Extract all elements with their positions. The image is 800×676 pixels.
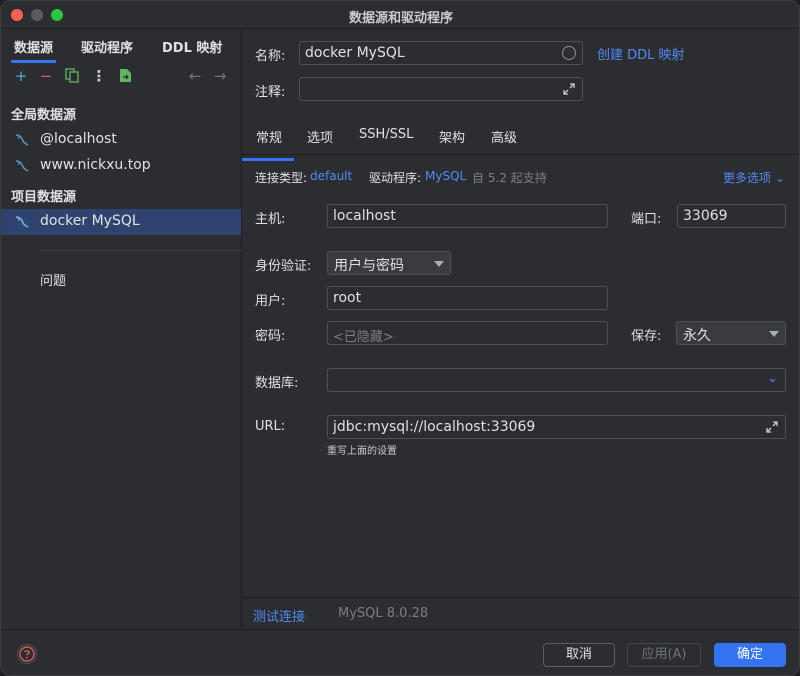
problems-item[interactable]: 问题: [40, 270, 66, 289]
port-label: 端口:: [631, 212, 662, 227]
port-input[interactable]: 33069: [677, 204, 786, 228]
more-options-label: 更多选项: [723, 171, 772, 185]
dialog-footer: 取消 应用(A) 确定: [1, 629, 799, 675]
datasource-sidebar: 数据源 驱动程序 DDL 映射 + − ⋮ ← → 全局数据源 @localho…: [1, 29, 251, 629]
save-select-value: 永久: [683, 328, 711, 344]
title-bar: 数据源和驱动程序: [1, 1, 799, 29]
dropdown-caret-icon: [769, 331, 779, 337]
create-ddl-mapping-link[interactable]: 创建 DDL 映射: [597, 44, 685, 63]
add-icon[interactable]: +: [13, 68, 29, 84]
connection-type-link[interactable]: default: [310, 169, 352, 183]
name-input-value: docker MySQL: [305, 45, 405, 61]
datasource-item-nickxu[interactable]: www.nickxu.top: [1, 153, 241, 179]
auth-select[interactable]: 用户与密码: [327, 251, 451, 275]
sidebar-tabs: 数据源 驱动程序 DDL 映射: [1, 29, 242, 63]
auth-label: 身份验证:: [255, 259, 312, 274]
comment-input[interactable]: [299, 77, 583, 101]
expand-icon[interactable]: [562, 82, 576, 96]
window-title: 数据源和驱动程序: [348, 11, 453, 26]
help-button[interactable]: [17, 644, 37, 664]
help-icon: [19, 646, 35, 662]
test-connection-link[interactable]: 测试连接: [253, 606, 305, 625]
sidebar-divider: [41, 250, 251, 251]
color-circle-icon[interactable]: [562, 46, 576, 60]
tab-options[interactable]: 选项: [307, 127, 333, 146]
more-options-link[interactable]: 更多选项 ⌄: [723, 169, 785, 186]
tab-schemas[interactable]: 架构: [439, 127, 465, 146]
duplicate-icon[interactable]: [64, 68, 80, 84]
mysql-dolphin-icon: [15, 134, 29, 146]
host-input[interactable]: localhost: [327, 204, 608, 228]
remove-icon[interactable]: −: [38, 68, 54, 84]
mysql-dolphin-icon: [15, 216, 29, 228]
datasource-item-localhost[interactable]: @localhost: [1, 127, 241, 153]
datasource-label: docker MySQL: [40, 213, 140, 229]
password-input[interactable]: <已隐藏>: [327, 321, 608, 345]
test-connection-bar: 测试连接 MySQL 8.0.28: [242, 597, 799, 629]
cancel-button[interactable]: 取消: [543, 643, 615, 667]
dialog-window: 数据源和驱动程序 数据源 驱动程序 DDL 映射 + − ⋮ ← → 全局数据源…: [0, 0, 800, 676]
import-icon[interactable]: [117, 68, 133, 84]
save-select[interactable]: 永久: [676, 321, 786, 345]
expand-icon[interactable]: [765, 420, 779, 434]
host-label: 主机:: [255, 212, 286, 227]
mysql-dolphin-icon: [15, 160, 29, 172]
comment-label: 注释:: [255, 85, 286, 100]
host-input-value: localhost: [333, 208, 396, 224]
user-input-value: root: [333, 290, 362, 306]
back-arrow-icon[interactable]: ←: [187, 68, 203, 84]
database-input[interactable]: ⌄: [327, 368, 786, 392]
user-input[interactable]: root: [327, 286, 608, 310]
tab-drivers[interactable]: 驱动程序: [81, 37, 133, 56]
more-icon[interactable]: ⋮: [91, 68, 107, 84]
connection-type-label: 连接类型:: [255, 171, 308, 185]
chevron-down-icon: ⌄: [771, 171, 785, 185]
save-label: 保存:: [631, 329, 662, 344]
user-label: 用户:: [255, 294, 286, 309]
url-input[interactable]: jdbc:mysql://localhost:33069: [327, 415, 786, 439]
form-tabs: 常规 选项 SSH/SSL 架构 高级: [241, 119, 799, 161]
url-input-value: jdbc:mysql://localhost:33069: [333, 419, 536, 435]
tab-ssh-ssl[interactable]: SSH/SSL: [359, 127, 413, 142]
dropdown-caret-icon: [434, 261, 444, 267]
section-project-datasources: 项目数据源: [11, 190, 77, 205]
password-label: 密码:: [255, 329, 286, 344]
auth-select-value: 用户与密码: [334, 258, 404, 274]
tab-general[interactable]: 常规: [241, 127, 295, 161]
driver-note: 自 5.2 起支持: [472, 171, 547, 185]
section-global-datasources: 全局数据源: [11, 108, 77, 123]
chevron-down-icon[interactable]: ⌄: [767, 371, 778, 386]
database-label: 数据库:: [255, 376, 299, 391]
tab-data-sources[interactable]: 数据源: [10, 37, 57, 63]
tab-ddl-mappings[interactable]: DDL 映射: [162, 37, 222, 56]
driver-link[interactable]: MySQL: [425, 169, 466, 183]
sidebar-toolbar: + − ⋮ ← →: [1, 65, 242, 89]
password-placeholder: <已隐藏>: [333, 330, 394, 345]
port-input-value: 33069: [683, 208, 728, 224]
ok-button[interactable]: 确定: [714, 643, 786, 667]
datasource-form: 名称: docker MySQL 创建 DDL 映射 注释: 常规 选项 SSH…: [241, 29, 799, 629]
tab-advanced[interactable]: 高级: [491, 127, 517, 146]
name-label: 名称:: [255, 49, 286, 64]
driver-label: 驱动程序:: [369, 171, 422, 185]
apply-button[interactable]: 应用(A): [627, 643, 701, 667]
url-hint: 重写上面的设置: [327, 446, 397, 457]
datasource-item-docker-mysql[interactable]: docker MySQL: [1, 209, 241, 235]
url-label: URL:: [255, 419, 286, 434]
name-input[interactable]: docker MySQL: [299, 41, 583, 65]
datasource-label: www.nickxu.top: [40, 157, 151, 173]
datasource-label: @localhost: [40, 131, 117, 147]
server-version-text: MySQL 8.0.28: [338, 606, 429, 621]
forward-arrow-icon[interactable]: →: [212, 68, 228, 84]
